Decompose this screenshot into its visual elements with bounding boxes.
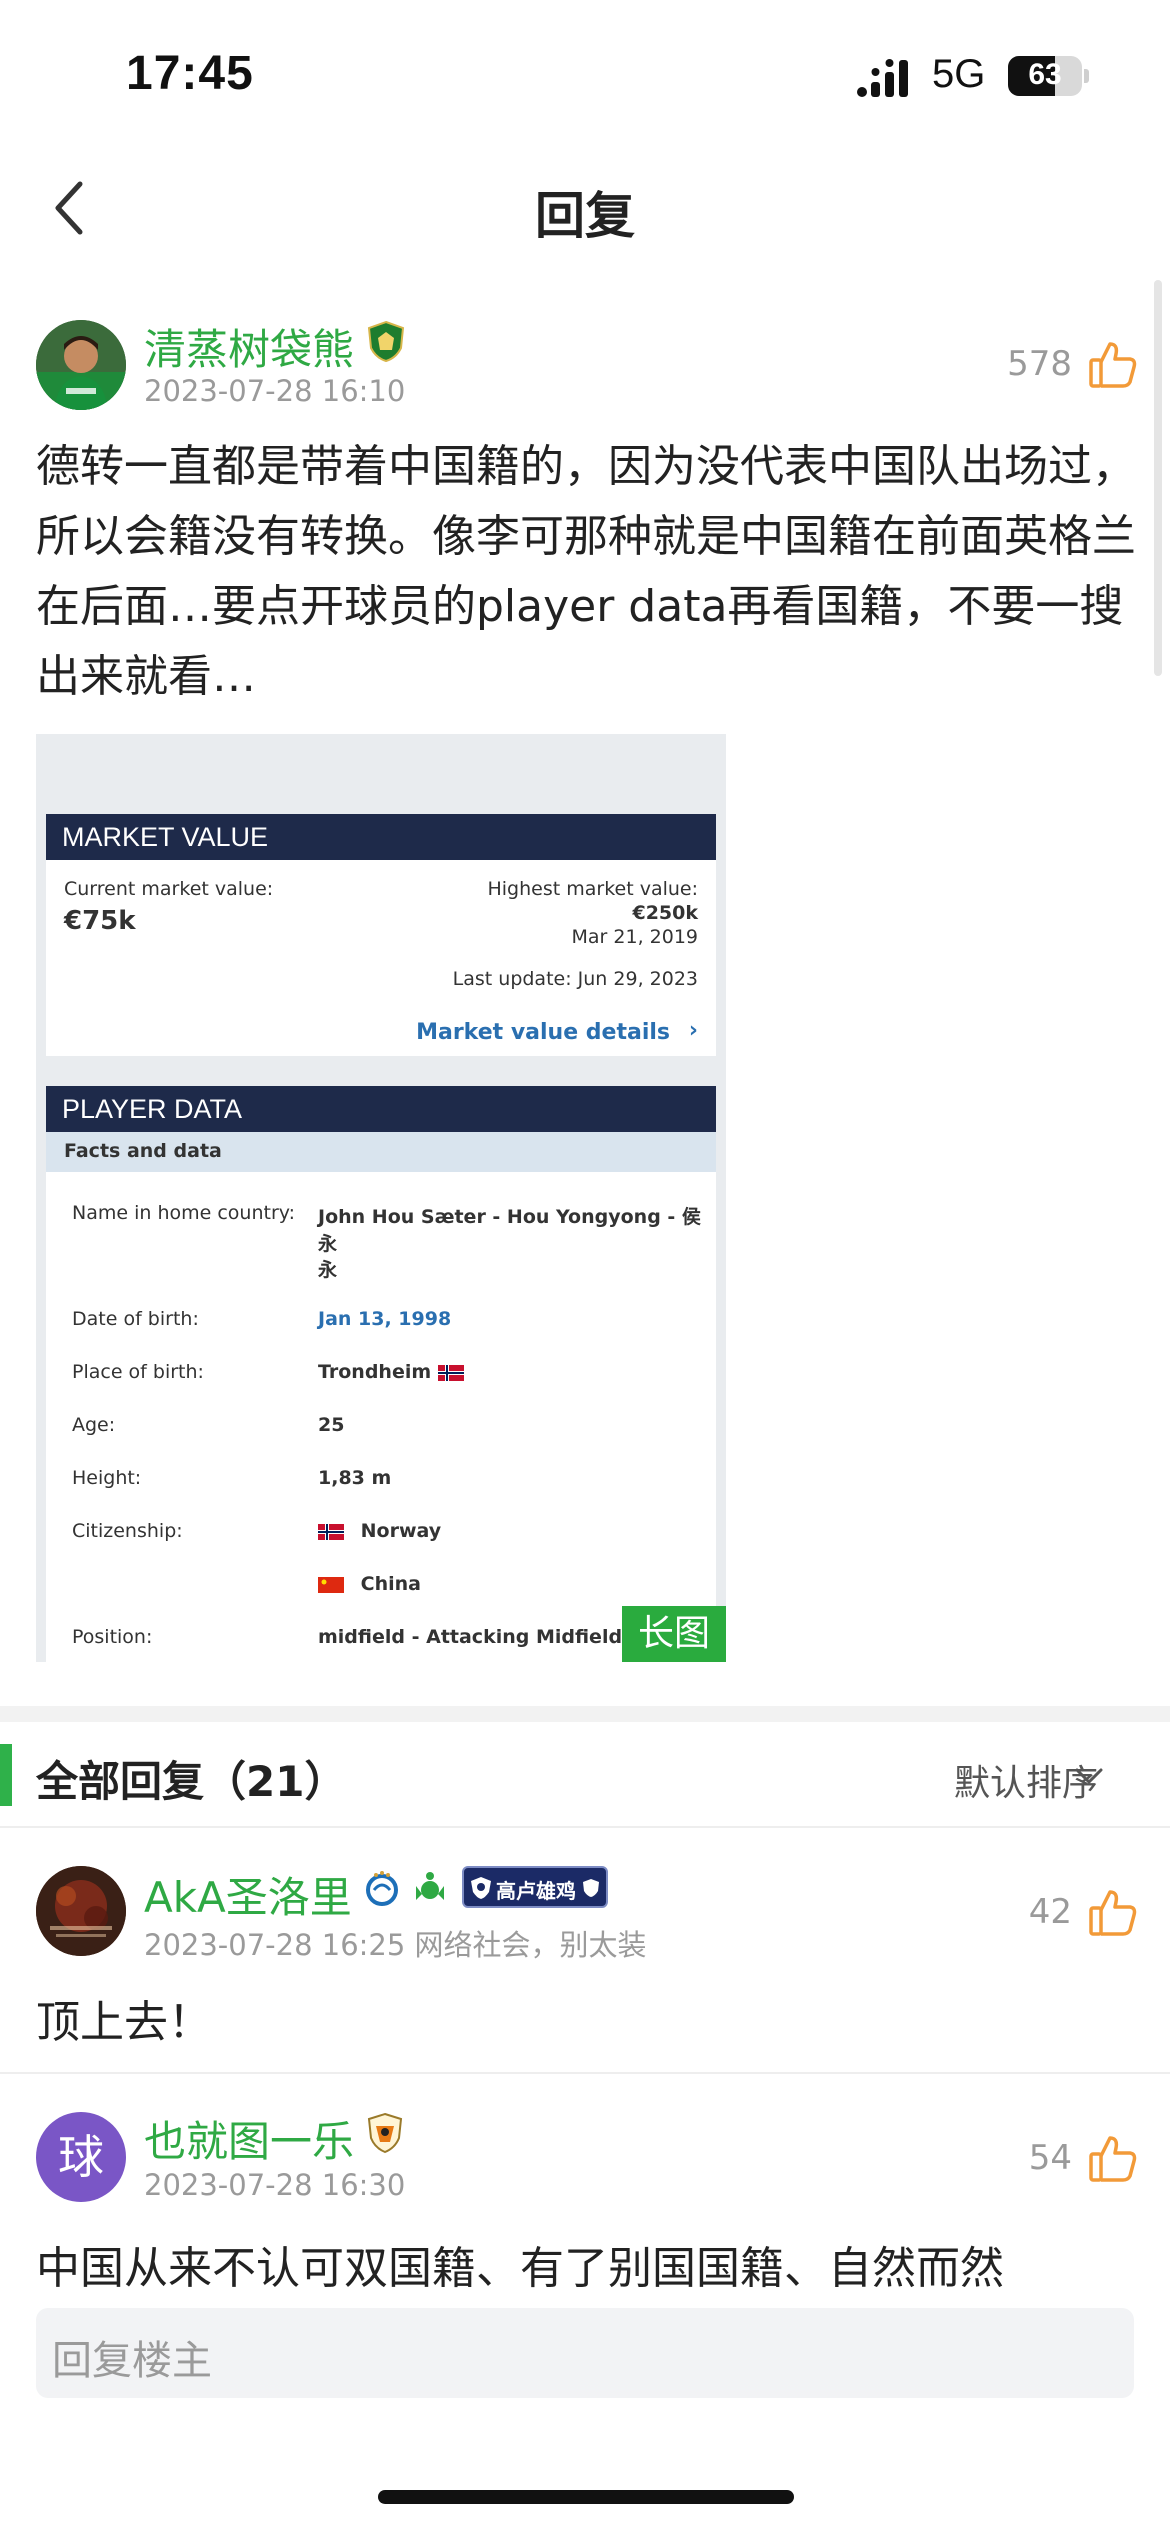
player-data-card: PLAYER DATA Facts and data Name in home … <box>46 1086 716 1662</box>
highest-mv-label: Highest market value: <box>487 878 698 900</box>
row-value: Jan 13, 1998 <box>318 1308 452 1330</box>
player-data-rows: Name in home country: John Hou Sæter - H… <box>46 1172 716 1662</box>
shield-icon <box>471 1877 491 1899</box>
comment-like-count: 42 <box>1028 1892 1072 1932</box>
avatar-initial: 球 <box>58 2130 104 2184</box>
home-indicator[interactable] <box>378 2490 794 2504</box>
row-value: 1,83 m <box>318 1467 392 1489</box>
battery-tip <box>1084 69 1089 83</box>
comment-avatar[interactable]: 球 <box>36 2112 126 2202</box>
row-value: John Hou Sæter - Hou Yongyong - 侯永 <box>318 1206 701 1255</box>
row-label: Name in home country: <box>72 1202 296 1224</box>
row-value: Norway <box>318 1520 441 1542</box>
player-data-header: PLAYER DATA <box>46 1086 716 1132</box>
shield-icon <box>583 1879 599 1897</box>
norway-flag-icon <box>437 1364 464 1381</box>
thumbs-up-icon[interactable] <box>1088 1888 1138 1938</box>
post-datetime: 2023-07-28 16:10 <box>144 374 406 408</box>
avatar-image <box>36 320 126 410</box>
avatar-image <box>36 1866 126 1956</box>
post-author-avatar[interactable] <box>36 320 126 410</box>
current-mv-label: Current market value: <box>64 878 274 900</box>
network-label: 5G <box>932 52 986 96</box>
norway-flag-icon <box>318 1523 344 1540</box>
thumbs-up-icon[interactable] <box>1088 2134 1138 2184</box>
row-value: Trondheim <box>318 1361 464 1383</box>
section-accent-bar <box>0 1744 12 1806</box>
fan-badge: 高卢雄鸡 <box>462 1866 608 1908</box>
comment-datetime: 2023-07-28 16:30 <box>144 2168 406 2202</box>
row-value-continued: 永 <box>318 1259 338 1281</box>
citizenship-1: Norway <box>360 1520 442 1542</box>
market-value-header: MARKET VALUE <box>46 814 716 860</box>
thumbs-up-icon[interactable] <box>1088 340 1138 390</box>
row-value-continued: China <box>318 1573 421 1595</box>
facts-subheader-bar: Facts and data <box>46 1132 716 1172</box>
row-label: Citizenship: <box>72 1520 183 1542</box>
post-image[interactable]: MARKET VALUE Current market value: €75k … <box>36 734 726 1662</box>
chevron-right-icon: › <box>688 1018 698 1043</box>
highest-mv-date: Mar 21, 2019 <box>571 926 699 948</box>
section-divider <box>0 1706 1170 1722</box>
long-image-tag: 长图 <box>622 1606 726 1662</box>
post-body-text: 德转一直都是带着中国籍的，因为没代表中国队出场过，所以会籍没有转换。像李可那种就… <box>36 441 1136 702</box>
club-badge-icon <box>367 2112 403 2154</box>
birthplace-text: Trondheim <box>318 1361 432 1383</box>
comment-text: 中国从来不认可双国籍、有了别国国籍、自然而然 <box>36 2243 1004 2294</box>
comment-avatar[interactable] <box>36 1866 126 1956</box>
market-value-details-link[interactable]: Market value details <box>416 1020 670 1045</box>
row-label: Height: <box>72 1467 142 1489</box>
divider <box>0 2072 1170 2074</box>
row-label: Date of birth: <box>72 1308 199 1330</box>
battery-icon: 63 <box>1008 56 1082 96</box>
post-like-count: 578 <box>1007 344 1072 384</box>
fan-badge-text: 高卢雄鸡 <box>496 1879 576 1903</box>
comment-datetime: 2023-07-28 16:25 <box>144 1928 406 1962</box>
medal-badge-icon <box>416 1872 444 1900</box>
market-value-card: MARKET VALUE Current market value: €75k … <box>46 814 716 1056</box>
comment-text: 顶上去！ <box>36 1997 212 2048</box>
row-value: 25 <box>318 1414 345 1436</box>
row-label: Position: <box>72 1626 153 1648</box>
row-label: Age: <box>72 1414 116 1436</box>
comment-meta: 2023-07-28 16:25 网络社会，别太装 <box>144 1922 647 1964</box>
post-author-name[interactable]: 清蒸树袋熊 <box>144 316 354 377</box>
facts-subheader: Facts and data <box>64 1140 222 1162</box>
highest-mv-value: €250k <box>632 902 698 924</box>
reply-placeholder[interactable]: 回复楼主 <box>52 2328 212 2386</box>
replies-section-title: 全部回复（21） <box>36 1757 347 1806</box>
divider <box>0 1826 1170 1828</box>
comment-author-name[interactable]: 也就图一乐 <box>144 2108 354 2169</box>
last-update: Last update: Jun 29, 2023 <box>452 968 698 990</box>
scrollbar[interactable] <box>1154 280 1162 676</box>
citizenship-2: China <box>360 1573 421 1595</box>
page-title: 回复 <box>535 187 635 245</box>
current-mv-value: €75k <box>64 906 136 936</box>
club-badge-icon <box>366 1871 398 1906</box>
comment-location: 网络社会，别太装 <box>414 1928 647 1962</box>
row-label: Place of birth: <box>72 1361 204 1383</box>
club-badge-icon <box>367 320 405 362</box>
china-flag-icon <box>318 1576 344 1593</box>
comment-author-name[interactable]: AkA圣洛里 <box>144 1864 352 1925</box>
row-value: midfield - Attacking Midfield <box>318 1626 623 1648</box>
signal-icon <box>857 59 908 97</box>
comment-like-count: 54 <box>1028 2138 1072 2178</box>
battery-percent: 63 <box>1028 58 1062 91</box>
status-time: 17:45 <box>126 47 254 100</box>
chevron-down-icon[interactable] <box>1074 1764 1104 1788</box>
